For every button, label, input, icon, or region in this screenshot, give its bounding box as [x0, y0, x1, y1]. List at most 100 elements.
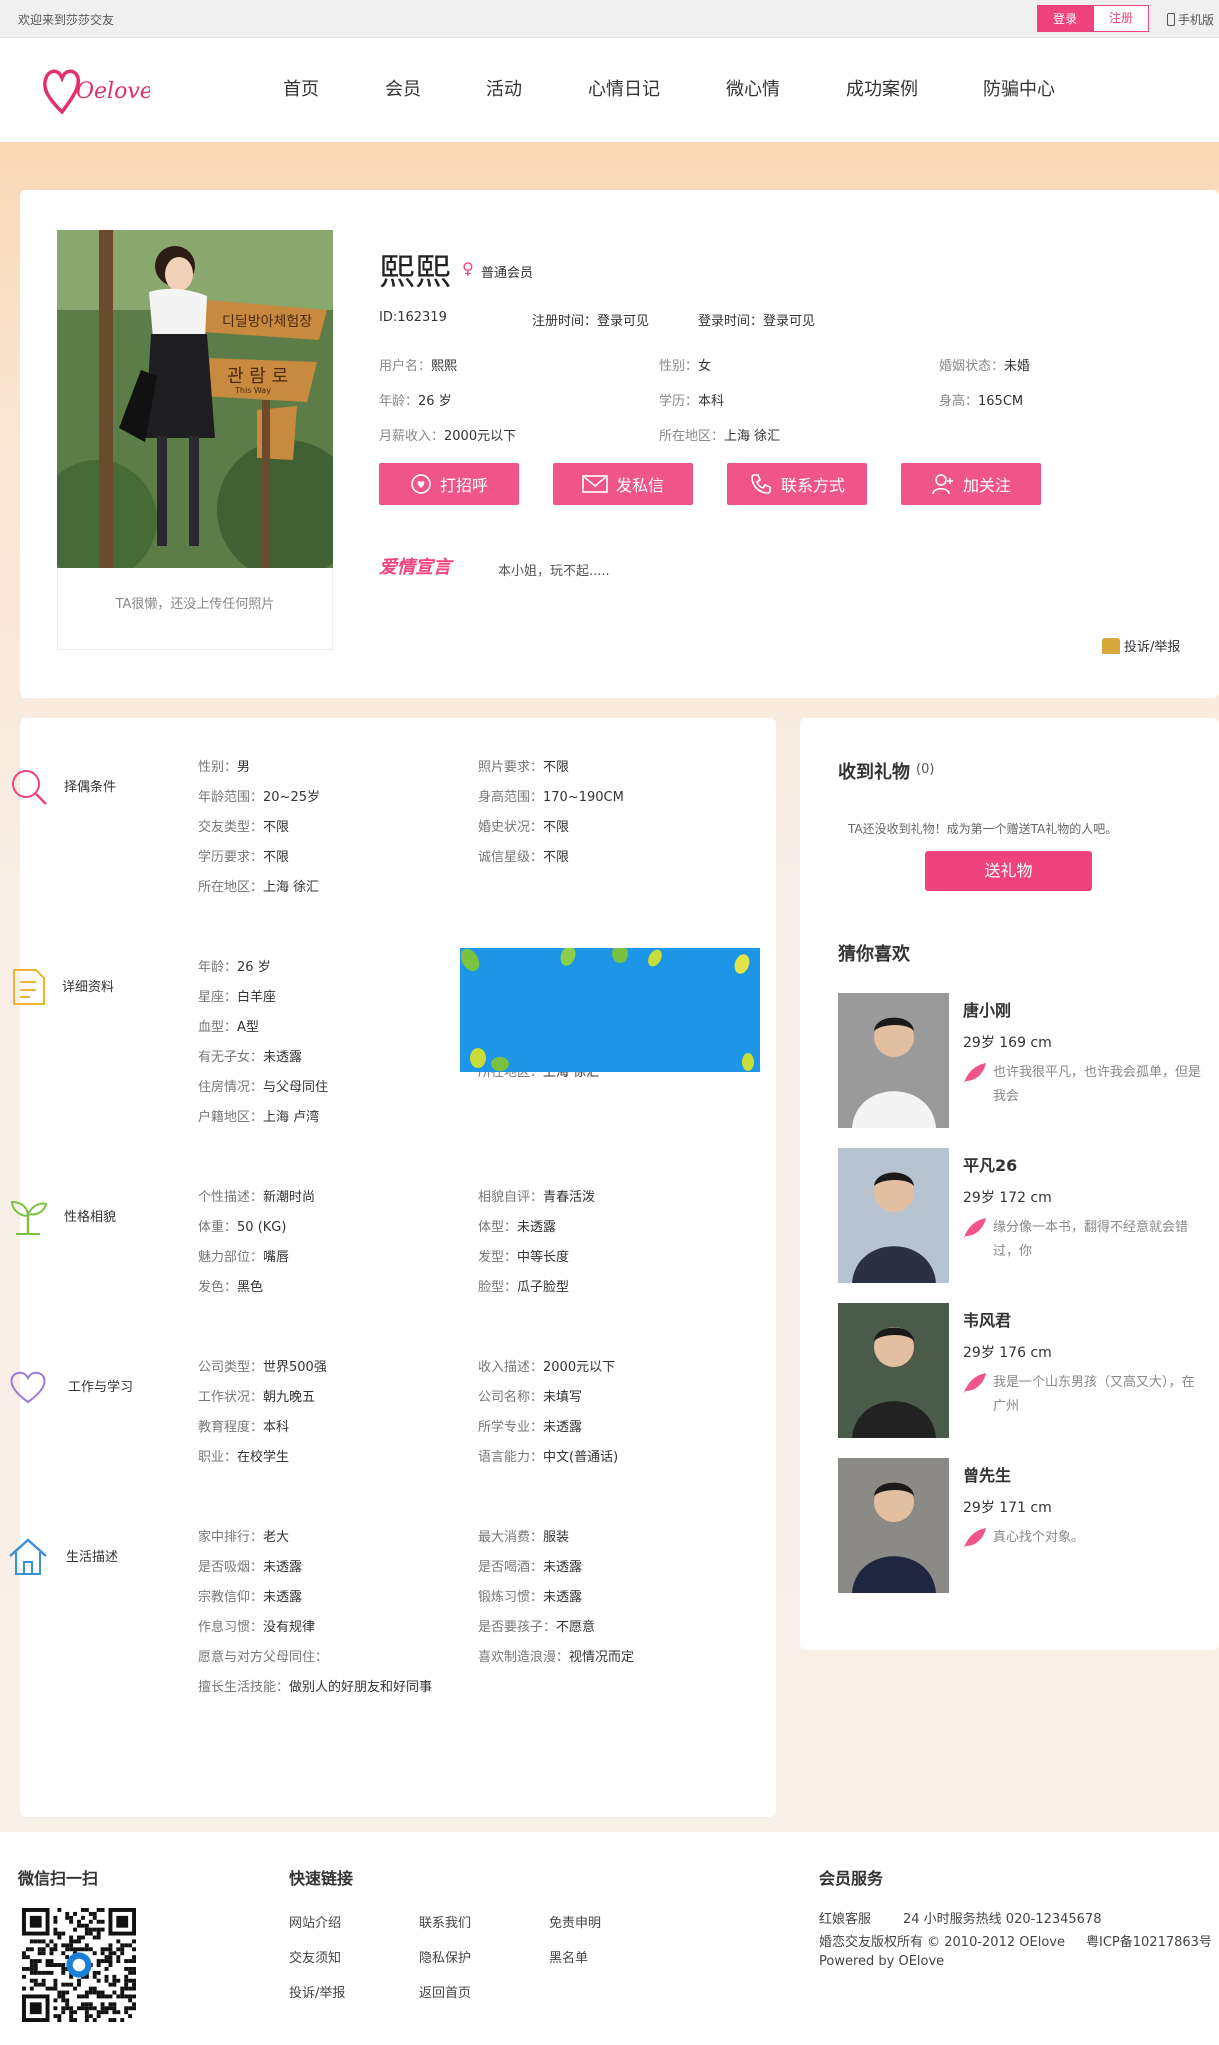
message-button[interactable]: 发私信	[553, 463, 693, 505]
rec-avatar[interactable]	[838, 1303, 949, 1438]
love-declaration-title: 爱情宣言	[379, 557, 451, 578]
login-button[interactable]: 登录	[1037, 5, 1093, 32]
service-name[interactable]: 红娘客服	[819, 1908, 871, 1927]
rec-name[interactable]: 平凡26	[963, 1152, 1017, 1176]
follow-button[interactable]: 加关注	[901, 463, 1041, 505]
detail-field: 脸型：瓜子脸型	[478, 1280, 570, 1295]
rec-avatar[interactable]	[838, 1458, 949, 1593]
detail-field: 喜欢制造浪漫：视情况而定	[478, 1650, 635, 1665]
link-report[interactable]: 投诉/举报	[289, 1982, 345, 2001]
nav-mood[interactable]: 微心情	[726, 75, 780, 101]
detail-field: 身高范围：170~190CM	[478, 790, 624, 805]
rec-desc: 缘分像一本书，翻得不经意就会错过，你	[993, 1220, 1189, 1259]
link-blacklist[interactable]: 黑名单	[549, 1947, 588, 1966]
svg-text:디딜방아체험장: 디딜방아체험장	[222, 314, 312, 330]
home-icon	[6, 1534, 50, 1578]
female-icon: ♀	[462, 259, 474, 278]
detail-field: 性别：男	[198, 760, 251, 775]
detail-field: 魅力部位：嘴唇	[198, 1250, 290, 1265]
rec-meta: 29岁 172 cm	[963, 1190, 1052, 1206]
field-region: 所在地区：上海 徐汇	[659, 429, 781, 444]
detail-field: 诚信星级：不限	[478, 850, 570, 865]
nav-antifraud[interactable]: 防骗中心	[983, 75, 1055, 101]
link-home[interactable]: 返回首页	[419, 1982, 471, 2001]
detail-field: 户籍地区：上海 卢湾	[198, 1110, 320, 1125]
rec-name[interactable]: 韦风君	[963, 1307, 1011, 1331]
link-privacy[interactable]: 隐私保护	[419, 1947, 471, 1966]
service-hotline: 24 小时服务热线 020-12345678	[903, 1912, 1102, 1927]
send-gift-button[interactable]: 送礼物	[925, 851, 1092, 891]
floating-banner	[460, 948, 760, 1072]
profile-photo[interactable]: 디딜방아체험장 관 람 로 This Way	[57, 230, 333, 568]
detail-field: 照片要求：不限	[478, 760, 570, 775]
powered-by: Powered by OElove	[819, 1954, 945, 1969]
profile-name: 熙熙	[379, 252, 452, 293]
field-income: 月薪收入：2000元以下	[379, 429, 517, 444]
field-age: 年龄：26 岁	[379, 394, 452, 409]
register-button[interactable]: 注册	[1093, 5, 1149, 32]
field-marital: 婚姻状态：未婚	[939, 359, 1031, 374]
rec-meta: 29岁 176 cm	[963, 1345, 1052, 1361]
link-contact[interactable]: 联系我们	[419, 1912, 471, 1931]
detail-field: 所学专业：未透露	[478, 1420, 583, 1435]
detail-field: 体型：未透露	[478, 1220, 557, 1235]
feather-icon	[962, 1526, 988, 1550]
nav-activities[interactable]: 活动	[486, 75, 522, 101]
rec-desc: 我是一个山东男孩（又高又大），在广州	[993, 1375, 1195, 1414]
greet-icon	[411, 474, 431, 494]
nav-members[interactable]: 会员	[385, 75, 421, 101]
field-gender: 性别：女	[659, 359, 712, 374]
copyright: 婚恋交友版权所有 © 2010-2012 OElove	[819, 1935, 1065, 1950]
greet-button[interactable]: 打招呼	[379, 463, 519, 505]
welcome-text: 欢迎来到莎莎交友	[18, 13, 115, 27]
nav-diary[interactable]: 心情日记	[588, 75, 660, 101]
service-title: 会员服务	[819, 1869, 884, 1888]
site-logo[interactable]: Oelove	[40, 58, 150, 122]
detail-field: 语言能力：中文(普通话)	[478, 1450, 619, 1465]
detail-field: 最大消费：服装	[478, 1530, 570, 1545]
link-disclaimer[interactable]: 免责申明	[549, 1912, 601, 1931]
detail-field: 公司名称：未填写	[478, 1390, 583, 1405]
field-username: 用户名：熙熙	[379, 359, 458, 374]
detail-field: 工作状况：朝九晚五	[198, 1390, 316, 1405]
field-height: 身高：165CM	[939, 394, 1024, 409]
link-rules[interactable]: 交友须知	[289, 1947, 341, 1966]
svg-text:관 람 로: 관 람 로	[227, 366, 288, 387]
detail-field: 有无子女：未透露	[198, 1050, 303, 1065]
detail-field: 宗教信仰：未透露	[198, 1590, 303, 1605]
mail-icon	[582, 475, 608, 493]
rec-desc: 真心找个对象。	[993, 1530, 1085, 1545]
link-about[interactable]: 网站介绍	[289, 1912, 341, 1931]
mobile-link[interactable]: 手机版	[1167, 11, 1214, 28]
detail-field: 公司类型：世界500强	[198, 1360, 327, 1375]
section-label: 生活描述	[66, 1550, 119, 1565]
detail-field: 作息习惯：没有规律	[198, 1620, 316, 1635]
nav-success[interactable]: 成功案例	[846, 75, 918, 101]
heart-icon	[6, 1364, 50, 1408]
rec-avatar[interactable]	[838, 993, 949, 1128]
icp-number[interactable]: 粤ICP备10217863号	[1086, 1931, 1212, 1950]
wechat-qr-code[interactable]	[22, 1908, 136, 2022]
detail-field: 教育程度：本科	[198, 1420, 290, 1435]
report-link[interactable]: 投诉/举报	[1102, 636, 1180, 655]
rec-name[interactable]: 唐小刚	[963, 997, 1011, 1021]
phone-icon	[1167, 13, 1175, 26]
detail-field: 是否吸烟：未透露	[198, 1560, 303, 1575]
nav-home[interactable]: 首页	[283, 75, 319, 101]
detail-field: 锻炼习惯：未透露	[478, 1590, 583, 1605]
wechat-title: 微信扫一扫	[18, 1869, 99, 1888]
detail-field: 交友类型：不限	[198, 820, 290, 835]
detail-field: 年龄：26 岁	[198, 960, 271, 975]
detail-field: 住房情况：与父母同住	[198, 1080, 329, 1095]
detail-field: 个性描述：新潮时尚	[198, 1190, 316, 1205]
contact-button[interactable]: 联系方式	[727, 463, 867, 505]
profile-id: ID:162319	[379, 310, 447, 325]
detail-field: 相貌自评：青春活泼	[478, 1190, 596, 1205]
rec-avatar[interactable]	[838, 1148, 949, 1283]
document-icon	[6, 964, 50, 1008]
plant-icon	[6, 1194, 50, 1238]
rec-name[interactable]: 曾先生	[963, 1462, 1011, 1486]
member-type: 普通会员	[481, 266, 534, 281]
detail-field: 家中排行：老大	[198, 1530, 290, 1545]
rec-desc: 也许我很平凡，也许我会孤单，但是我会	[993, 1065, 1202, 1104]
